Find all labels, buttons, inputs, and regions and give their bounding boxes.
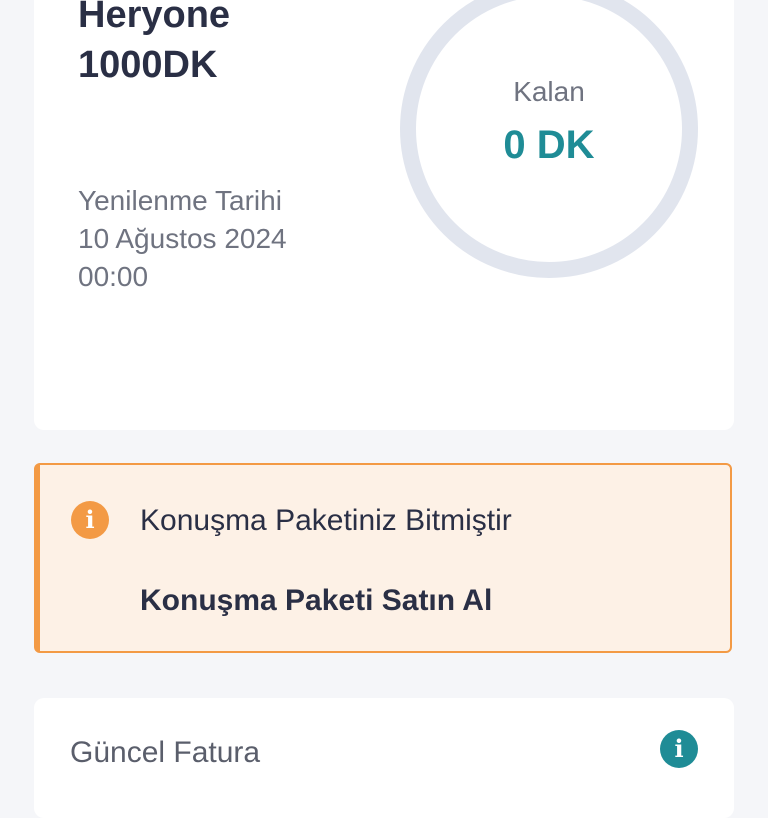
alert-message: Konuşma Paketiniz Bitmiştir	[140, 504, 512, 537]
package-card: Heryone 1000DK Yenilenme Tarihi 10 Ağust…	[34, 0, 734, 430]
renewal-date: 10 Ağustos 2024	[78, 223, 287, 254]
renewal-info: Yenilenme Tarihi 10 Ağustos 2024 00:00	[78, 182, 287, 296]
remaining-minutes-ring: Kalan 0 DK	[400, 0, 698, 278]
current-bill-title: Güncel Fatura	[70, 736, 261, 769]
remaining-value: 0 DK	[503, 123, 595, 167]
info-icon[interactable]: i	[660, 730, 698, 768]
package-name: Heryone 1000DK	[78, 0, 231, 86]
info-icon: i	[71, 501, 109, 539]
renewal-label: Yenilenme Tarihi	[78, 185, 282, 216]
current-bill-card[interactable]: Güncel Fatura i	[34, 698, 734, 818]
package-expired-alert: i Konuşma Paketiniz Bitmiştir Konuşma Pa…	[34, 463, 732, 653]
remaining-label: Kalan	[513, 76, 585, 107]
renewal-time: 00:00	[78, 261, 149, 292]
buy-talk-package-link[interactable]: Konuşma Paketi Satın Al	[140, 581, 492, 621]
